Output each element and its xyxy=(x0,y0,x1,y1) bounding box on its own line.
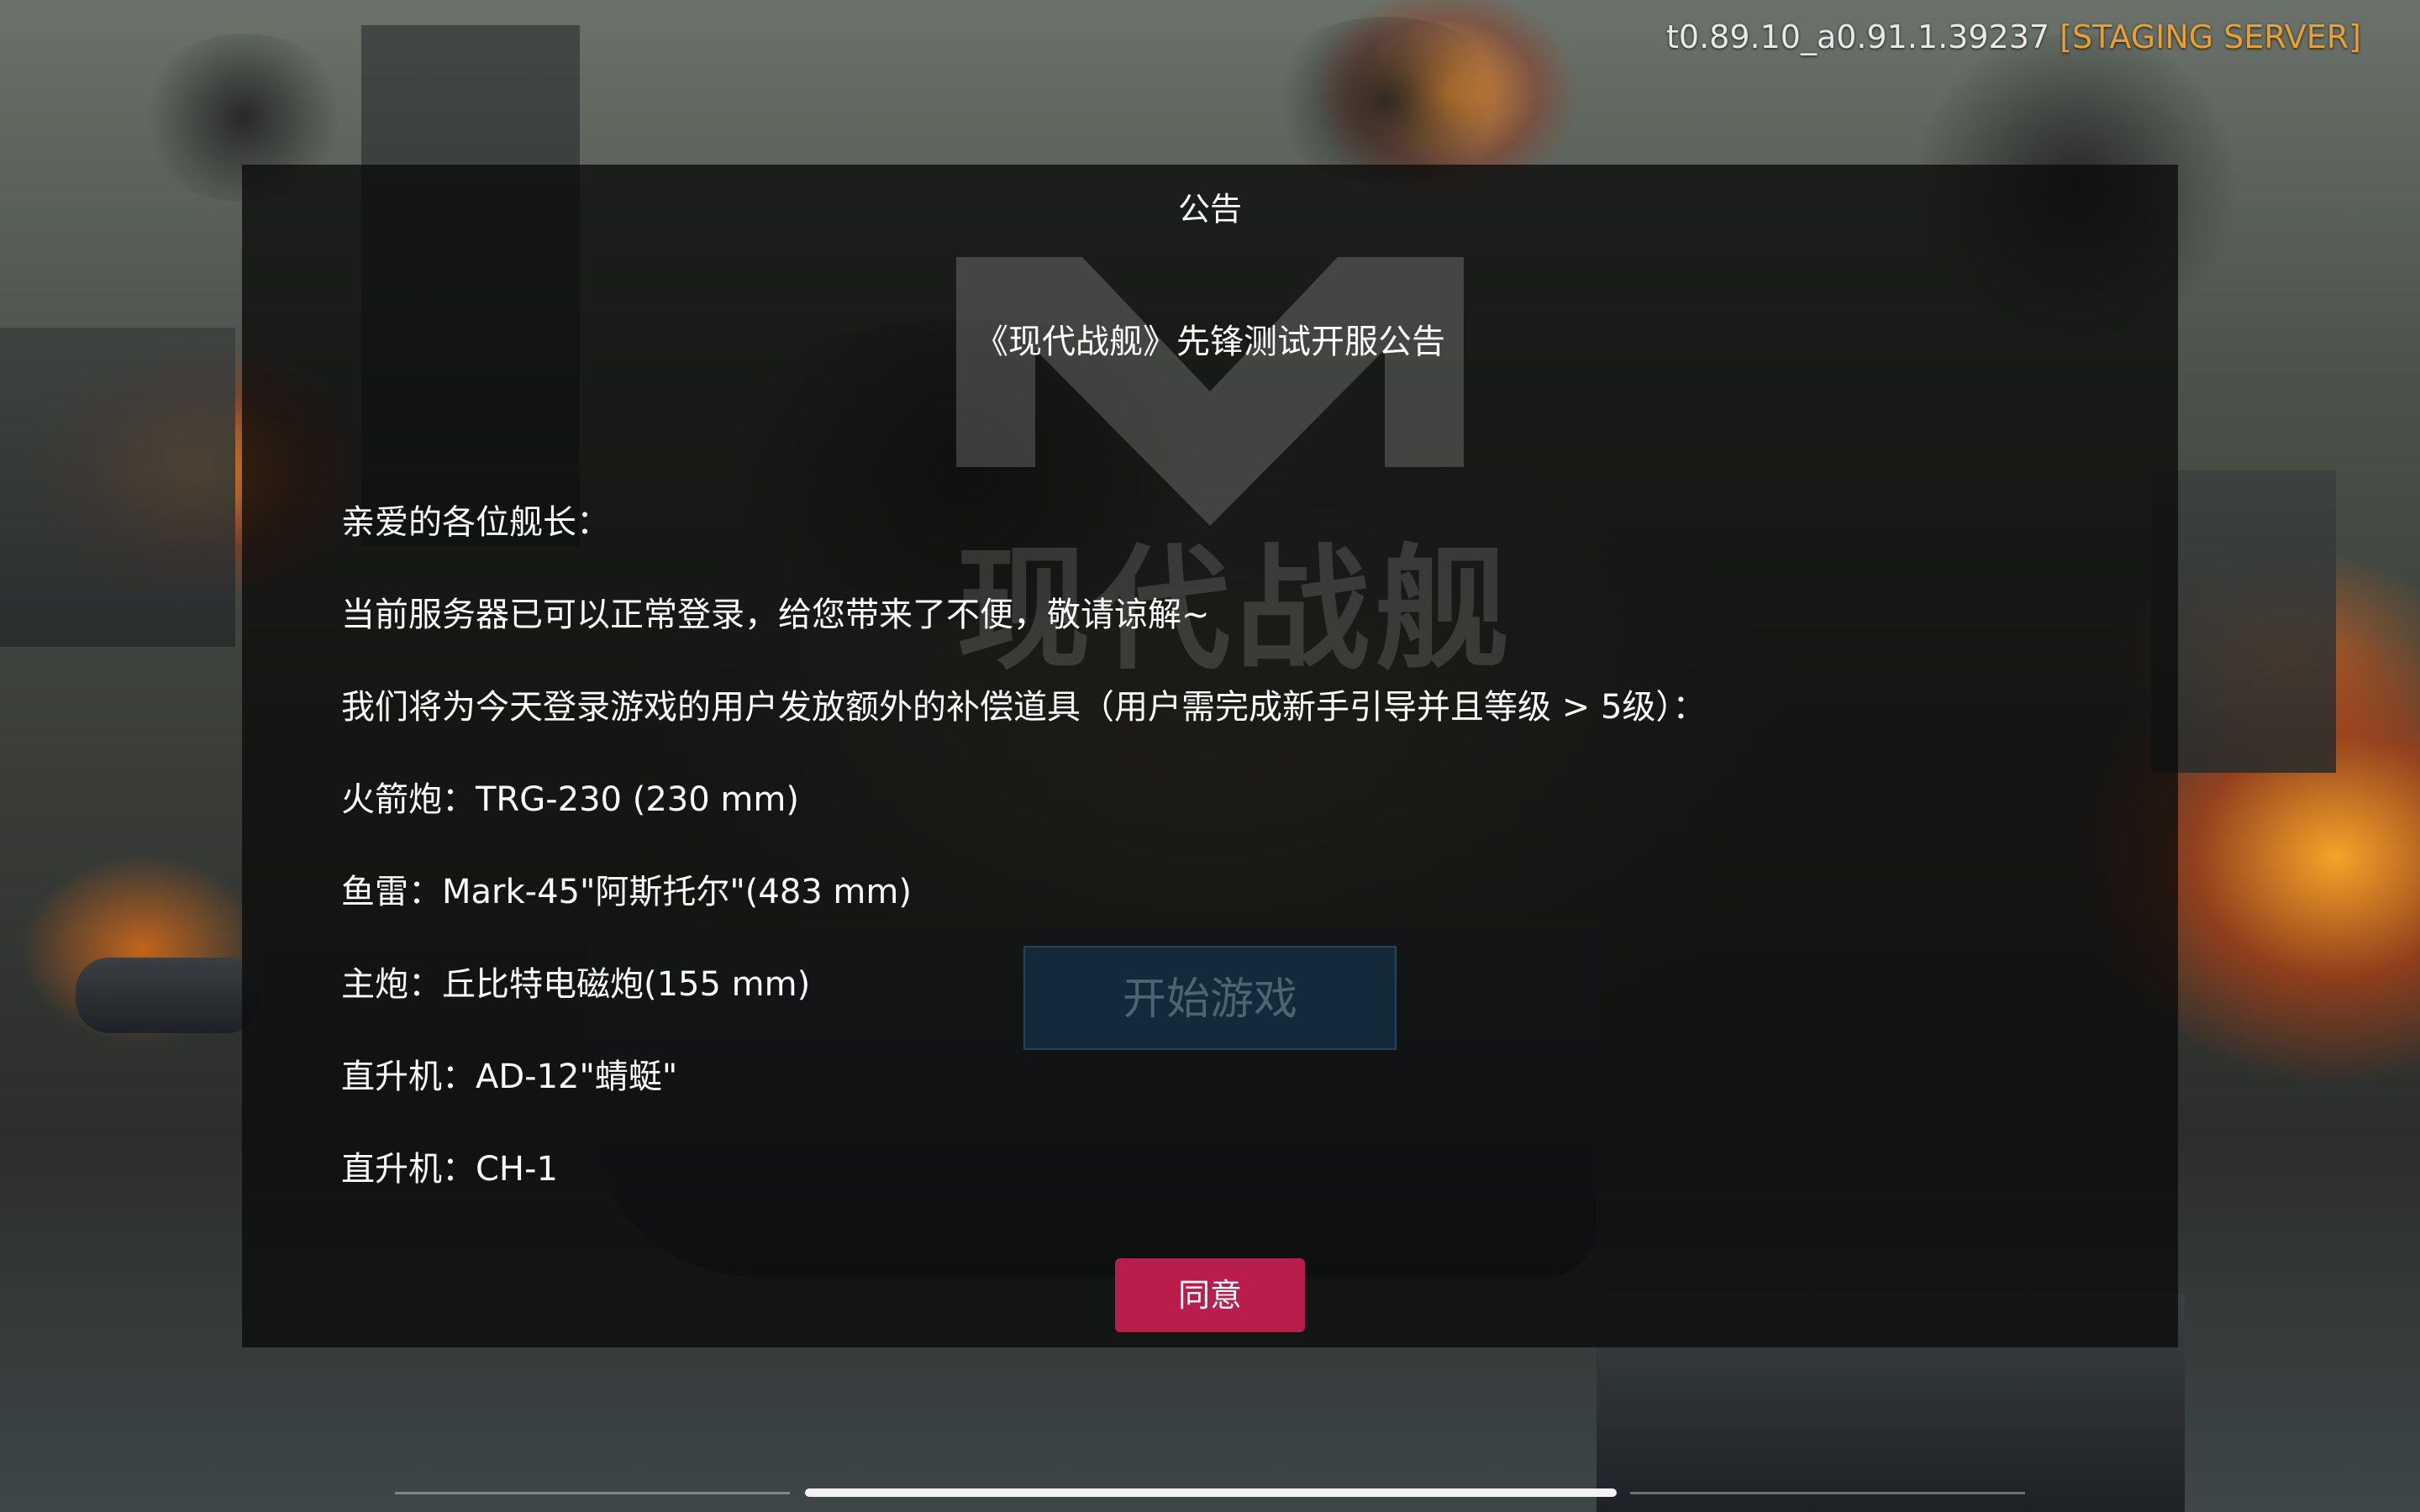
boat xyxy=(76,958,260,1033)
version-label: t0.89.10_a0.91.1.39237 [STAGING SERVER] xyxy=(1666,18,2361,55)
home-indicator[interactable] xyxy=(805,1488,1617,1497)
notice-line: 我们将为今天登录游戏的用户发放额外的补偿道具（用户需完成新手引导并且等级 > 5… xyxy=(341,688,1707,727)
divider xyxy=(395,1492,790,1494)
agree-button[interactable]: 同意 xyxy=(1115,1258,1305,1332)
dialog-title: 公告 xyxy=(1177,191,1242,228)
announcement-dialog: 现代战舰 开始游戏 公告 《现代战舰》先锋测试开服公告 亲爱的各位舰长： 当前服… xyxy=(242,165,2178,1347)
notice-content: 亲爱的各位舰长： 当前服务器已可以正常登录，给您带来了不便，敬请谅解~ 我们将为… xyxy=(341,499,2106,1238)
building xyxy=(0,328,235,647)
notice-line: 直升机：AD-12"蜻蜓" xyxy=(341,1058,678,1096)
notice-line: 火箭炮：TRG-230 (230 mm) xyxy=(341,780,799,819)
divider xyxy=(1630,1492,2025,1494)
smoke-cloud xyxy=(1260,17,1512,185)
building xyxy=(2151,470,2336,773)
notice-line: 当前服务器已可以正常登录，给您带来了不便，敬请谅解~ xyxy=(341,596,1210,634)
notice-line: 直升机：CH-1 xyxy=(341,1150,558,1189)
server-tag: [STAGING SERVER] xyxy=(2060,18,2361,55)
build-version: t0.89.10_a0.91.1.39237 xyxy=(1666,18,2050,55)
notice-line: 主炮：丘比特电磁炮(155 mm) xyxy=(341,965,811,1004)
notice-heading: 《现代战舰》先锋测试开服公告 xyxy=(975,323,1445,361)
notice-line: 亲爱的各位舰长： xyxy=(341,503,610,542)
notice-line: 鱼雷：Mark-45"阿斯托尔"(483 mm) xyxy=(341,873,912,911)
